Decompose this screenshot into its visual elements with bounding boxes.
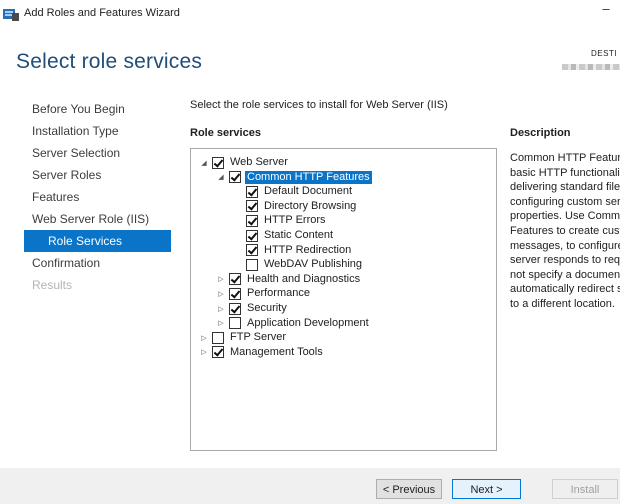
role-service-checkbox[interactable] — [229, 317, 241, 330]
collapsed-arrow-icon[interactable]: ▷ — [215, 317, 227, 329]
tree-row[interactable]: ▷ Security — [215, 301, 289, 316]
server-manager-icon — [3, 9, 19, 21]
footer-bar — [0, 468, 620, 504]
tree-row[interactable]: ▷ Management Tools — [198, 345, 325, 360]
window-title: Add Roles and Features Wizard — [24, 7, 180, 19]
role-service-label[interactable]: Management Tools — [228, 346, 325, 359]
collapsed-arrow-icon[interactable]: ▷ — [215, 273, 227, 285]
tree-row[interactable]: ▷ Health and Diagnostics — [215, 272, 362, 287]
tree-row[interactable]: Default Document — [232, 184, 354, 199]
nav-item-server-selection[interactable]: Server Selection — [24, 142, 171, 164]
tree-row[interactable]: Static Content — [232, 228, 335, 243]
description-line: Common HTTP Feature — [510, 152, 620, 164]
description-heading: Description — [510, 127, 571, 139]
description-line: properties. Use Commo — [510, 210, 620, 223]
nav-item-features[interactable]: Features — [24, 186, 171, 208]
role-services-heading: Role services — [190, 127, 261, 139]
wizard-navigation: Before You Begin Installation Type Server … — [24, 98, 171, 296]
role-services-tree[interactable]: ◢ Web Server ◢ Common HTTP Features Default … — [190, 148, 497, 451]
role-service-checkbox[interactable] — [212, 156, 224, 169]
collapsed-arrow-icon[interactable]: ▷ — [198, 332, 210, 344]
role-service-label[interactable]: Web Server — [228, 156, 290, 169]
next-button[interactable]: Next > — [452, 479, 521, 499]
minimize-button[interactable]: – — [598, 0, 614, 20]
role-service-checkbox[interactable] — [229, 287, 241, 300]
tree-row[interactable]: HTTP Redirection — [232, 243, 353, 258]
tree-row[interactable]: ▷ FTP Server — [198, 330, 288, 345]
expanded-arrow-icon[interactable]: ◢ — [215, 171, 227, 183]
role-service-label[interactable]: Application Development — [245, 317, 371, 330]
destination-server-label: DESTI — [591, 49, 618, 58]
role-service-checkbox[interactable] — [246, 200, 258, 213]
tree-row[interactable]: ▷ Application Development — [215, 316, 371, 331]
role-service-checkbox[interactable] — [212, 331, 224, 344]
description-line: automatically redirect s — [510, 283, 620, 296]
role-service-label[interactable]: Health and Diagnostics — [245, 273, 362, 286]
instruction-text: Select the role services to install for … — [190, 99, 448, 111]
tree-row[interactable]: ◢ Web Server — [198, 155, 290, 170]
expanded-arrow-icon[interactable]: ◢ — [198, 157, 210, 169]
role-service-checkbox[interactable] — [229, 171, 241, 184]
role-service-checkbox[interactable] — [246, 244, 258, 257]
install-button[interactable]: Install — [552, 479, 618, 499]
description-line: basic HTTP functionalit — [510, 166, 620, 179]
role-service-checkbox[interactable] — [246, 229, 258, 242]
title-bar: Add Roles and Features Wizard – — [0, 0, 620, 28]
nav-item-web-server-role-iis[interactable]: Web Server Role (IIS) — [24, 208, 171, 230]
nav-item-confirmation[interactable]: Confirmation — [24, 252, 171, 274]
nav-item-installation-type[interactable]: Installation Type — [24, 120, 171, 142]
destination-server-name-redacted — [562, 64, 620, 70]
role-service-label[interactable]: Security — [245, 302, 289, 315]
role-service-checkbox[interactable] — [229, 302, 241, 315]
nav-item-server-roles[interactable]: Server Roles — [24, 164, 171, 186]
nav-item-before-you-begin[interactable]: Before You Begin — [24, 98, 171, 120]
role-service-checkbox[interactable] — [212, 346, 224, 359]
tree-row[interactable]: HTTP Errors — [232, 213, 328, 228]
description-line: Features to create custo — [510, 224, 620, 237]
role-service-label[interactable]: Static Content — [262, 229, 335, 242]
description-line: to a different location. — [510, 297, 615, 310]
role-service-label[interactable]: Common HTTP Features — [244, 169, 373, 185]
description-line: server responds to requ — [510, 254, 620, 267]
role-service-checkbox[interactable] — [246, 258, 258, 271]
description-text: Common HTTP Feature basic HTTP functional… — [510, 151, 620, 312]
role-service-label[interactable]: Directory Browsing — [262, 200, 358, 213]
role-service-label[interactable]: FTP Server — [228, 331, 288, 344]
role-service-label[interactable]: HTTP Errors — [262, 214, 328, 227]
description-line: not specify a document — [510, 268, 620, 281]
collapsed-arrow-icon[interactable]: ▷ — [215, 288, 227, 300]
collapsed-arrow-icon[interactable]: ▷ — [215, 303, 227, 315]
tree-row[interactable]: Directory Browsing — [232, 199, 358, 214]
tree-row[interactable]: WebDAV Publishing — [232, 257, 364, 272]
tree-row[interactable]: ▷ Performance — [215, 286, 312, 301]
collapsed-arrow-icon[interactable]: ▷ — [198, 346, 210, 358]
description-line: delivering standard file — [510, 181, 620, 194]
role-service-checkbox[interactable] — [246, 185, 258, 198]
description-line: configuring custom ser — [510, 195, 620, 208]
role-service-checkbox[interactable] — [246, 214, 258, 227]
previous-button[interactable]: < Previous — [376, 479, 442, 499]
tree-row[interactable]: ◢ Common HTTP Features — [215, 169, 373, 185]
nav-item-role-services[interactable]: Role Services — [24, 230, 171, 252]
role-service-label[interactable]: HTTP Redirection — [262, 244, 353, 257]
description-line: messages, to configure — [510, 239, 620, 252]
nav-item-results: Results — [32, 278, 73, 292]
role-service-label[interactable]: Performance — [245, 287, 312, 300]
page-title: Select role services — [16, 50, 203, 73]
role-service-label[interactable]: WebDAV Publishing — [262, 258, 364, 271]
role-service-checkbox[interactable] — [229, 273, 241, 286]
role-service-label[interactable]: Default Document — [262, 185, 354, 198]
